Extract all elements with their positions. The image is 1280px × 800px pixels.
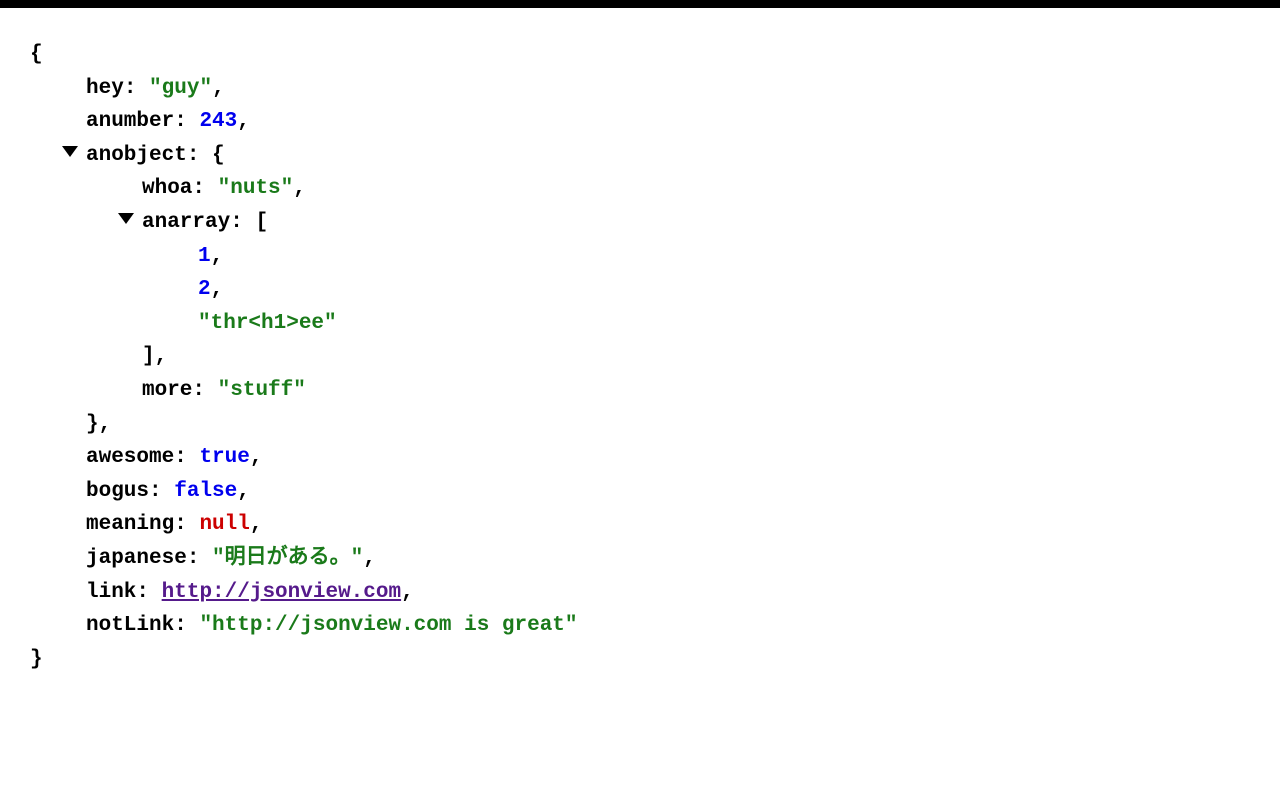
window-top-border (0, 0, 1280, 8)
open-bracket: [ (255, 211, 268, 234)
property-awesome: awesome: true, (86, 441, 1260, 475)
property-anarray: anarray: [ (142, 206, 1260, 240)
close-bracket-row: ], (142, 340, 1260, 374)
value-awesome: true (199, 446, 249, 469)
property-anumber: anumber: 243, (86, 105, 1260, 139)
value-japanese: "明日がある。" (212, 547, 363, 570)
key-bogus: bogus (86, 480, 149, 503)
value-more: "stuff" (218, 379, 306, 402)
key-whoa: whoa (142, 177, 192, 200)
value-anumber: 243 (199, 110, 237, 133)
value-notlink: "http://jsonview.com is great" (199, 614, 577, 637)
key-anobject: anobject (86, 144, 187, 167)
property-notlink: notLink: "http://jsonview.com is great" (86, 609, 1260, 643)
chevron-down-icon[interactable] (62, 146, 78, 157)
property-hey: hey: "guy", (86, 72, 1260, 106)
property-bogus: bogus: false, (86, 475, 1260, 509)
chevron-down-icon[interactable] (118, 213, 134, 224)
array-item-0: 1, (198, 240, 1260, 274)
value-hey: "guy" (149, 77, 212, 100)
value-whoa: "nuts" (218, 177, 294, 200)
json-viewer: { hey: "guy", anumber: 243, anobject: { … (0, 8, 1280, 696)
key-awesome: awesome (86, 446, 174, 469)
close-bracket: ] (142, 345, 155, 368)
property-anobject: anobject: { (86, 139, 1260, 173)
value-link[interactable]: http://jsonview.com (162, 581, 401, 604)
key-more: more (142, 379, 192, 402)
key-hey: hey (86, 77, 124, 100)
open-brace-row: { (30, 38, 1260, 72)
array-value-2: "thr<h1>ee" (198, 312, 337, 335)
property-whoa: whoa: "nuts", (142, 172, 1260, 206)
close-brace-row: }, (86, 408, 1260, 442)
array-item-2: "thr<h1>ee" (198, 307, 1260, 341)
property-japanese: japanese: "明日がある。", (86, 542, 1260, 576)
close-brace: } (30, 648, 43, 671)
key-anumber: anumber (86, 110, 174, 133)
property-more: more: "stuff" (142, 374, 1260, 408)
open-brace: { (30, 43, 43, 66)
array-value-1: 2 (198, 278, 211, 301)
key-japanese: japanese (86, 547, 187, 570)
open-brace: { (212, 144, 225, 167)
root-object-body: hey: "guy", anumber: 243, anobject: { wh… (30, 72, 1260, 643)
close-brace: } (86, 413, 99, 436)
key-anarray: anarray (142, 211, 230, 234)
key-notlink: notLink (86, 614, 174, 637)
property-meaning: meaning: null, (86, 508, 1260, 542)
key-meaning: meaning (86, 513, 174, 536)
array-value-0: 1 (198, 245, 211, 268)
key-link: link (86, 581, 136, 604)
value-meaning: null (199, 513, 249, 536)
close-brace-row: } (30, 643, 1260, 677)
value-bogus: false (174, 480, 237, 503)
array-item-1: 2, (198, 273, 1260, 307)
property-link: link: http://jsonview.com, (86, 576, 1260, 610)
anobject-body: whoa: "nuts", anarray: [ 1, 2, "thr<h1>e… (86, 172, 1260, 407)
anarray-body: 1, 2, "thr<h1>ee" (142, 240, 1260, 341)
